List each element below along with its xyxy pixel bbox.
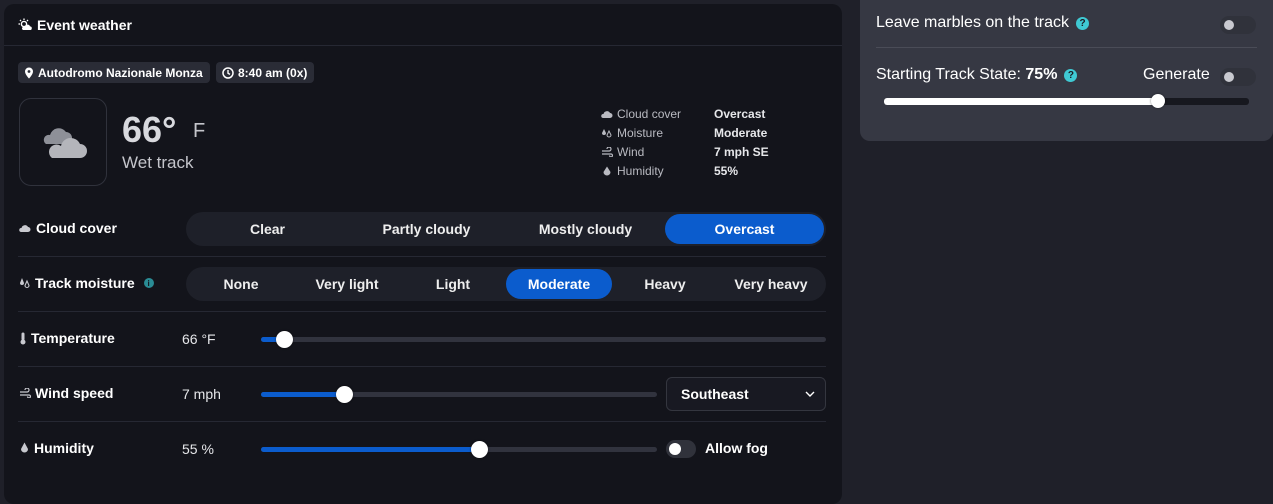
row-label-text: Humidity [34, 440, 94, 456]
wind-icon [19, 388, 31, 398]
current-temperature: 66° [122, 109, 177, 150]
generate-toggle[interactable] [1220, 68, 1256, 86]
starting-state-slider-thumb[interactable] [1150, 94, 1165, 108]
wind-direction-select[interactable]: Southeast [666, 377, 826, 411]
moisture-option-moderate[interactable]: Moderate [506, 269, 612, 299]
divider [18, 366, 826, 367]
thermometer-icon [19, 332, 27, 345]
stat-value: 55% [714, 164, 739, 178]
slider-fill [261, 447, 479, 452]
sun-cloud-icon [18, 18, 32, 32]
generate-label: Generate [1143, 66, 1210, 83]
stat-cloud-cover: Cloud cover Overcast [601, 105, 765, 123]
moisture-option-light[interactable]: Light [400, 269, 506, 299]
time-text: 8:40 am (0x) [238, 65, 308, 80]
allow-fog-toggle[interactable] [666, 440, 696, 458]
panel-header: Event weather [4, 4, 842, 46]
temperature-slider-thumb[interactable] [275, 331, 293, 348]
event-weather-panel: Event weather Autodromo Nazionale Monza … [4, 4, 842, 504]
time-chip: 8:40 am (0x) [216, 62, 315, 83]
wind-speed-slider-thumb[interactable] [336, 386, 354, 403]
location-chip: Autodromo Nazionale Monza [18, 62, 210, 83]
toggle-knob [669, 443, 681, 455]
humidity-drop-icon [601, 166, 613, 176]
slider-fill [261, 392, 345, 397]
cloud-icon [19, 223, 32, 233]
overcast-cloud-icon [38, 124, 88, 160]
humidity-label: Humidity [19, 440, 94, 456]
cloud-option-clear[interactable]: Clear [188, 214, 347, 244]
temperature-value: 66 °F [182, 331, 216, 347]
temperature-unit: F [193, 120, 206, 142]
wind-speed-label: Wind speed [19, 385, 113, 401]
cloud-option-overcast[interactable]: Overcast [665, 214, 824, 244]
moisture-option-very-light[interactable]: Very light [294, 269, 400, 299]
track-condition: Wet track [122, 153, 194, 172]
wind-icon [601, 147, 613, 157]
stat-label: Humidity [617, 164, 664, 178]
starting-state-slider[interactable] [884, 94, 1249, 108]
help-icon[interactable]: ? [1076, 16, 1089, 30]
marbles-row: Leave marbles on the track ? [876, 14, 1089, 32]
divider [18, 256, 826, 257]
clock-icon [222, 66, 234, 79]
cloud-option-mostly-cloudy[interactable]: Mostly cloudy [506, 214, 665, 244]
help-icon[interactable]: ? [1064, 68, 1078, 82]
toggle-knob [1224, 72, 1234, 82]
stat-humidity: Humidity 55% [601, 162, 738, 180]
map-pin-icon [24, 67, 34, 79]
cloud-icon [601, 109, 613, 119]
cloud-cover-selector: Clear Partly cloudy Mostly cloudy Overca… [186, 212, 826, 246]
cloud-cover-label: Cloud cover [19, 220, 117, 236]
row-label-text: Wind speed [35, 385, 114, 401]
row-label-text: Track moisture [35, 275, 135, 291]
stat-label: Moisture [617, 126, 664, 140]
moisture-option-none[interactable]: None [188, 269, 294, 299]
track-moisture-label: Track moisture i [19, 275, 154, 291]
moisture-option-very-heavy[interactable]: Very heavy [718, 269, 824, 299]
chevron-down-icon [805, 391, 815, 397]
slider-fill [884, 98, 1158, 105]
row-label-text: Cloud cover [36, 220, 117, 236]
humidity-slider[interactable] [261, 441, 657, 458]
humidity-drop-icon [19, 442, 30, 454]
droplets-icon [19, 277, 31, 289]
toggle-knob [1224, 20, 1234, 30]
divider [18, 421, 826, 422]
wind-speed-slider[interactable] [261, 386, 657, 403]
row-label-text: Temperature [31, 330, 115, 346]
droplets-icon [601, 128, 613, 138]
stat-wind: Wind 7 mph SE [601, 143, 769, 161]
starting-state-value: 75% [1025, 66, 1058, 83]
moisture-option-heavy[interactable]: Heavy [612, 269, 718, 299]
stat-value: Overcast [714, 107, 766, 121]
track-moisture-selector: None Very light Light Moderate Heavy Ver… [186, 267, 826, 301]
info-icon[interactable]: i [143, 278, 154, 288]
marbles-label: Leave marbles on the track [876, 14, 1069, 31]
panel-title: Event weather [37, 16, 132, 33]
stat-label: Cloud cover [617, 107, 682, 121]
wind-speed-value: 7 mph [182, 386, 221, 402]
starting-state-label: Starting Track State: [876, 66, 1026, 83]
temperature-slider[interactable] [261, 331, 826, 348]
stat-label: Wind [617, 145, 645, 159]
starting-state-row: Starting Track State: 75% ? [876, 66, 1078, 84]
divider [18, 311, 826, 312]
humidity-slider-thumb[interactable] [470, 441, 488, 458]
stat-value: Moderate [714, 126, 768, 140]
marbles-toggle[interactable] [1220, 16, 1256, 34]
allow-fog-label: Allow fog [705, 440, 768, 456]
temperature-label: Temperature [19, 330, 115, 346]
cloud-option-partly-cloudy[interactable]: Partly cloudy [347, 214, 506, 244]
track-settings-panel: Leave marbles on the track ? Starting Tr… [860, 0, 1273, 141]
humidity-value: 55 % [182, 441, 214, 457]
divider [876, 47, 1257, 48]
wind-direction-value: Southeast [681, 386, 749, 402]
stat-value: 7 mph SE [714, 145, 769, 159]
weather-icon-box [19, 98, 107, 186]
location-text: Autodromo Nazionale Monza [38, 65, 203, 80]
stat-moisture: Moisture Moderate [601, 124, 767, 142]
